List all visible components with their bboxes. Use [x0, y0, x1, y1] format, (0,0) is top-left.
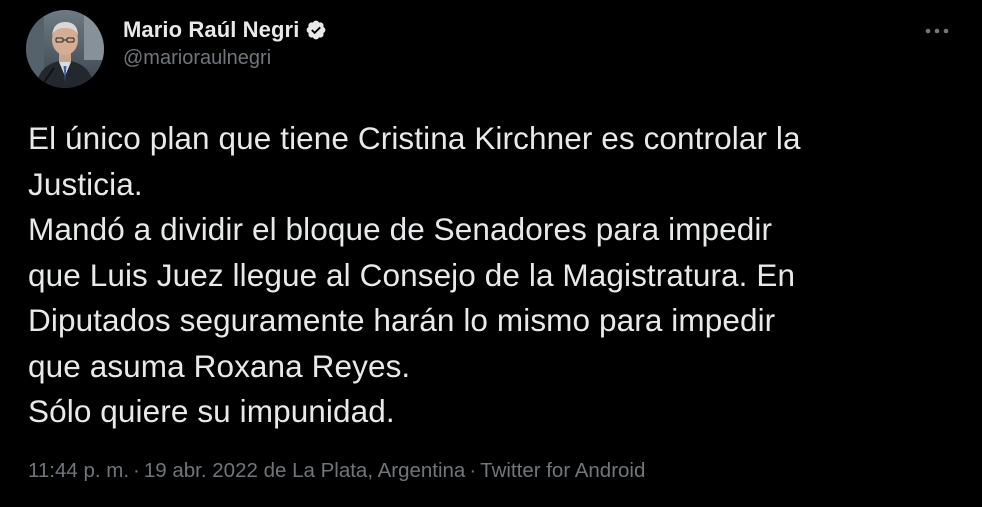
tweet-text-line: que asuma Roxana Reyes.: [28, 347, 411, 384]
location-prefix: de: [263, 459, 287, 482]
author-handle[interactable]: @marioraulnegri: [123, 47, 327, 70]
tweet-text-line: Diputados seguramente harán lo mismo par…: [28, 302, 776, 338]
tweet-metadata: 11:44 p. m. · 19 abr. 2022 de La Plata, Ar…: [28, 459, 645, 483]
author-info: Mario Raúl Negri @marioraulnegri: [123, 15, 327, 70]
meta-separator: ·: [469, 459, 477, 482]
tweet-text-line: Mandó a dividir el bloque de Senadores p…: [28, 211, 773, 247]
tweet-timestamp-time[interactable]: 11:44 p. m.: [28, 459, 129, 482]
author-avatar[interactable]: [26, 10, 104, 88]
tweet-text-line: que Luis Juez llegue al Consejo de la Ma…: [28, 256, 796, 293]
tweet-text-line: Justicia.: [28, 165, 143, 202]
tweet-text-line: Sólo quiere su impunidad.: [28, 393, 395, 429]
ellipsis-icon: [925, 28, 949, 34]
tweet-text: El único plan que tiene Cristina Kirchne…: [28, 116, 958, 435]
more-options-button[interactable]: [922, 16, 952, 46]
tweet-timestamp-date[interactable]: 19 abr. 2022: [144, 459, 258, 482]
meta-separator: ·: [133, 459, 140, 482]
author-name-row: Mario Raúl Negri: [123, 15, 327, 45]
verified-badge-icon: [305, 19, 327, 41]
tweet-location[interactable]: La Plata, Argentina: [292, 459, 465, 482]
tweet-card: Mario Raúl Negri @marioraulnegri El únic…: [0, 0, 982, 507]
tweet-text-line: El único plan que tiene Cristina Kirchne…: [28, 120, 801, 156]
author-display-name[interactable]: Mario Raúl Negri: [123, 17, 299, 43]
tweet-source[interactable]: Twitter for Android: [480, 459, 645, 482]
profile-photo: [26, 10, 104, 88]
